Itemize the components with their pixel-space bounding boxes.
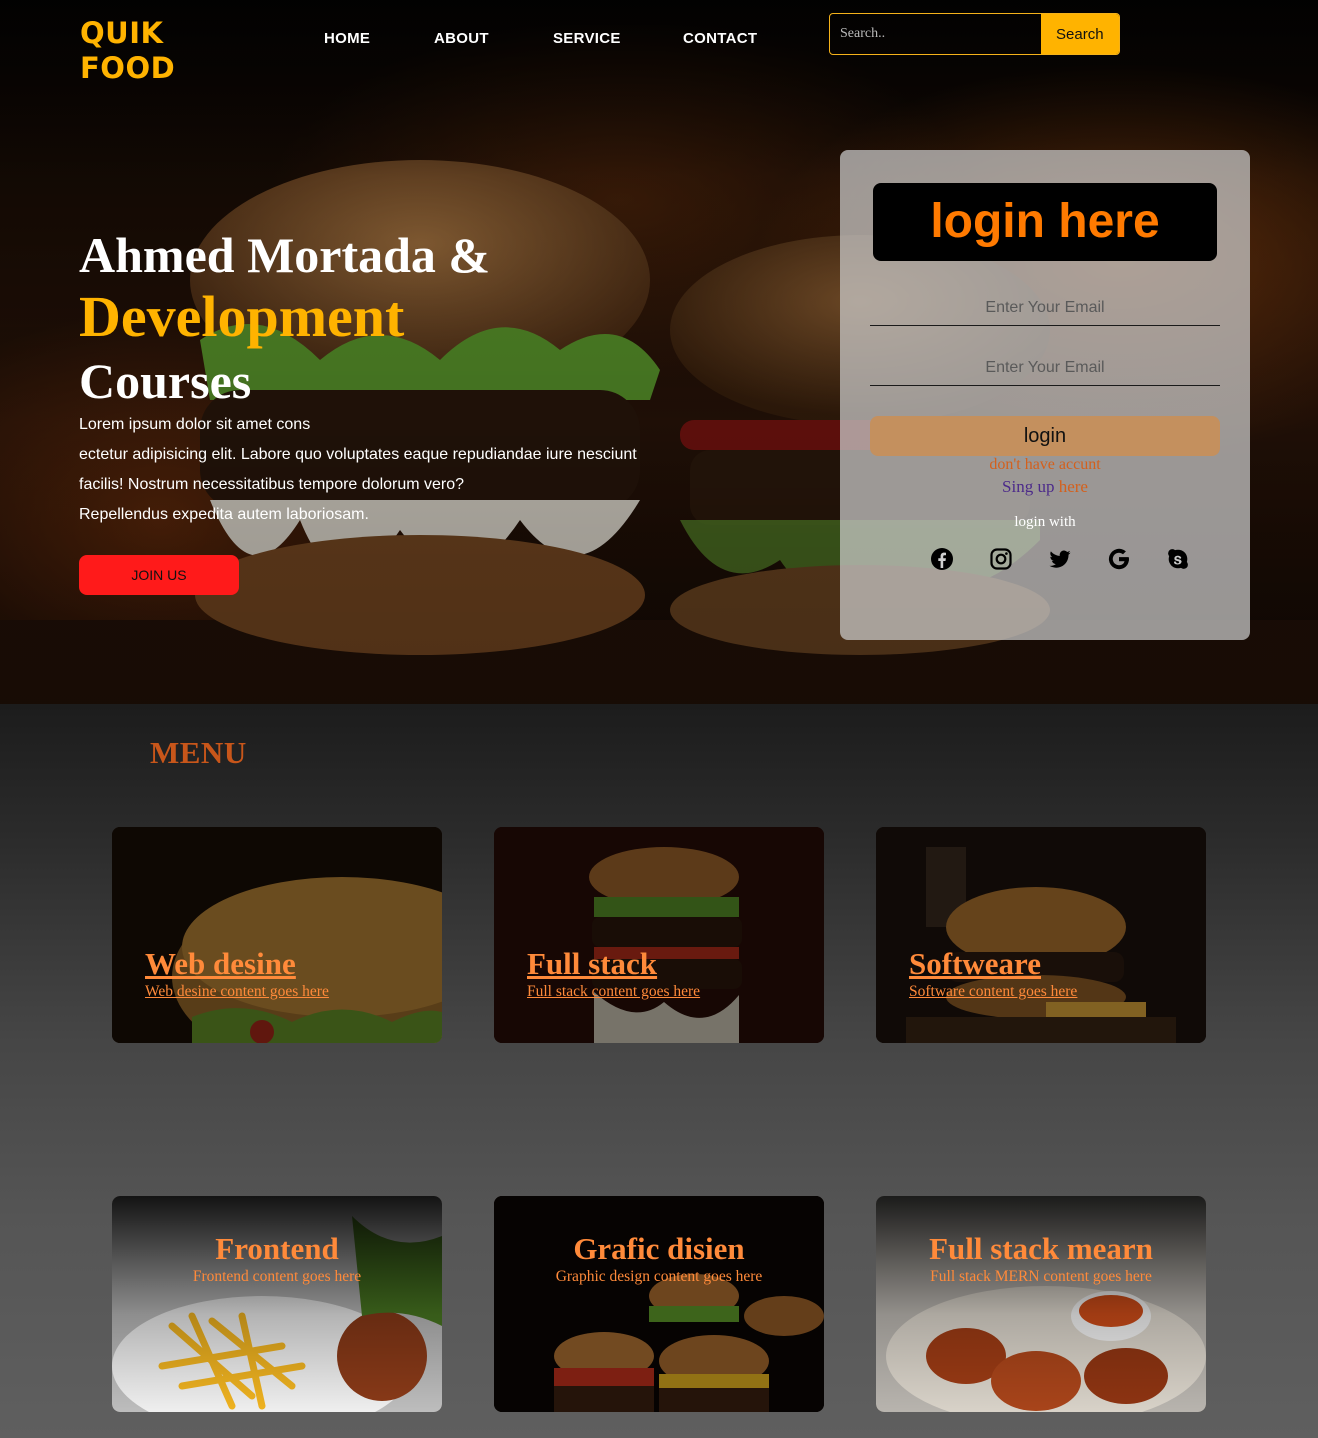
- facebook-icon[interactable]: [930, 547, 954, 571]
- instagram-icon[interactable]: [989, 547, 1013, 571]
- menu-heading: MENU: [150, 735, 247, 770]
- nav-home[interactable]: HOME: [324, 30, 370, 47]
- login-heading: login here: [873, 183, 1217, 261]
- menu-card-frontend[interactable]: Frontend Frontend content goes here: [112, 1196, 442, 1412]
- hero-title: Ahmed Mortada & Development Courses: [79, 226, 490, 412]
- menu-card-subtitle: Software content goes here: [909, 983, 1078, 1000]
- menu-card-full-stack[interactable]: Full stack Full stack content goes here: [494, 827, 824, 1043]
- hero-desc-line: Repellendus expedita autem laboriosam.: [79, 506, 369, 523]
- burger-image: [876, 827, 1206, 1043]
- hero-title-line-2: Development: [79, 284, 405, 349]
- nav-about[interactable]: ABOUT: [434, 30, 489, 47]
- menu-card-graphic-design[interactable]: Grafic disien Graphic design content goe…: [494, 1196, 824, 1412]
- burger-image: [494, 827, 824, 1043]
- menu-card-title: Web desine: [145, 946, 296, 981]
- menu-card-subtitle: Full stack MERN content goes here: [930, 1268, 1152, 1285]
- signup-link[interactable]: Sing up here: [840, 477, 1250, 497]
- hero-title-line-3: Courses: [79, 353, 252, 409]
- login-button[interactable]: login: [870, 416, 1220, 456]
- hero-description: Lorem ipsum dolor sit amet cons ectetur …: [79, 410, 679, 530]
- menu-card-title: Grafic disien: [573, 1231, 745, 1266]
- nav-contact[interactable]: CONTACT: [683, 30, 757, 47]
- menu-card-software[interactable]: Softweare Software content goes here: [876, 827, 1206, 1043]
- hero-desc-line: facilis! Nostrum necessitatibus tempore …: [79, 476, 465, 493]
- menu-card-subtitle: Web desine content goes here: [145, 983, 329, 1000]
- search-input[interactable]: [830, 14, 1041, 54]
- login-card: login here login don't have accunt Sing …: [840, 150, 1250, 640]
- hero-section: QUIK FOOD HOME ABOUT SERVICE CONTACT Sea…: [0, 0, 1318, 704]
- menu-card-subtitle: Frontend content goes here: [192, 1268, 362, 1285]
- signup-here-text[interactable]: here: [1059, 477, 1088, 496]
- site-logo[interactable]: QUIK FOOD: [80, 16, 175, 86]
- password-field[interactable]: [870, 350, 1220, 386]
- fries-image: [112, 1196, 442, 1412]
- menu-section: MENU Web desine Web desine content goes …: [0, 704, 1318, 1438]
- menu-card-subtitle: Graphic design content goes here: [555, 1268, 763, 1285]
- burgers-stack-image: [494, 1196, 824, 1412]
- skype-icon[interactable]: [1166, 547, 1190, 571]
- menu-card-web-design[interactable]: Web desine Web desine content goes here: [112, 827, 442, 1043]
- nav-service[interactable]: SERVICE: [553, 30, 621, 47]
- menu-card-text: Frontend Frontend content goes here: [112, 1232, 442, 1288]
- menu-card-link[interactable]: Softweare Software content goes here: [909, 947, 1077, 1003]
- search-button[interactable]: Search: [1040, 14, 1119, 54]
- login-with-label: login with: [1014, 514, 1076, 530]
- menu-card-title: Frontend: [215, 1231, 339, 1266]
- menu-card-link[interactable]: Web desine Web desine content goes here: [145, 947, 329, 1003]
- signup-link-text[interactable]: Sing up: [1002, 477, 1054, 496]
- menu-card-title: Full stack: [527, 946, 658, 981]
- menu-card-link[interactable]: Full stack Full stack content goes here: [527, 947, 700, 1003]
- twitter-icon[interactable]: [1048, 547, 1072, 571]
- menu-card-subtitle: Full stack content goes here: [527, 983, 701, 1000]
- burger-image: [112, 827, 442, 1043]
- menu-card-title: Full stack mearn: [929, 1231, 1153, 1266]
- menu-card-text: Grafic disien Graphic design content goe…: [494, 1232, 824, 1288]
- hero-desc-line: Lorem ipsum dolor sit amet cons: [79, 416, 311, 433]
- logo-line-2: FOOD: [80, 51, 176, 85]
- search-bar: Search: [829, 13, 1120, 55]
- wings-image: [876, 1196, 1206, 1412]
- hero-title-line-1: Ahmed Mortada &: [79, 227, 491, 283]
- google-icon[interactable]: [1107, 547, 1131, 571]
- menu-card-title: Softweare: [909, 946, 1041, 981]
- menu-card-text: Full stack mearn Full stack MERN content…: [876, 1232, 1206, 1288]
- menu-card-full-stack-mern[interactable]: Full stack mearn Full stack MERN content…: [876, 1196, 1206, 1412]
- hero-desc-line: ectetur adipisicing elit. Labore quo vol…: [79, 446, 637, 463]
- logo-line-1: QUIK: [80, 16, 164, 50]
- email-field[interactable]: [870, 290, 1220, 326]
- no-account-text: don't have accunt: [989, 456, 1101, 473]
- join-us-button[interactable]: JOIN US: [79, 555, 239, 595]
